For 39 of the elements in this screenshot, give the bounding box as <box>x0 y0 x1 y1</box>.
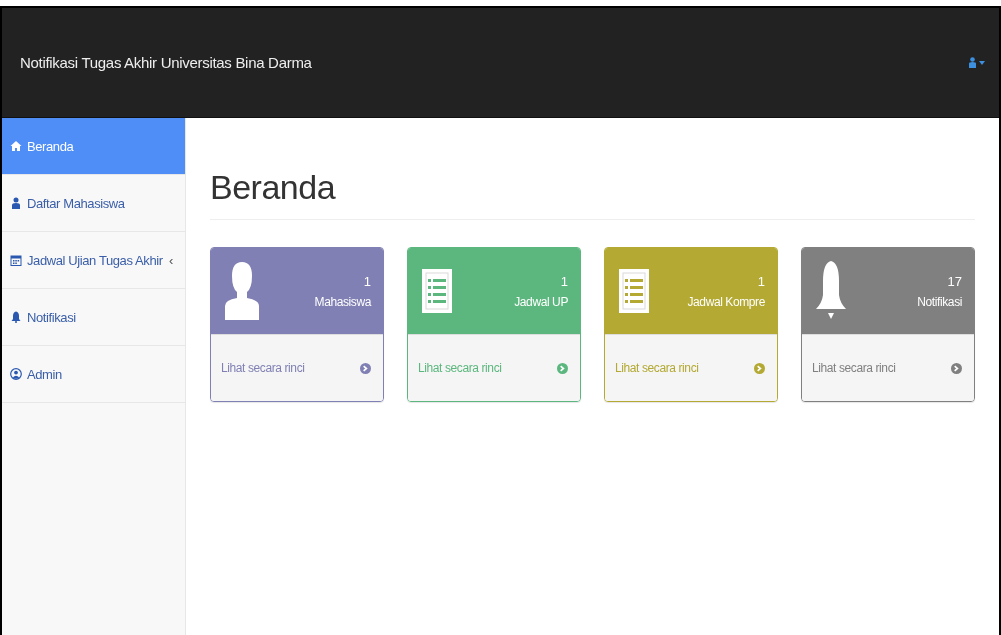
sidebar-item[interactable]: Jadwal Ujian Tugas Akhir ‹ <box>2 232 185 289</box>
sidebar-label: Notifikasi <box>27 309 76 325</box>
panel-count: 1 <box>560 273 568 289</box>
brand-title[interactable]: Notifikasi Tugas Akhir Universitas Bina Darma <box>20 54 312 71</box>
panel-count: 1 <box>363 273 371 289</box>
sidebar-label: Beranda <box>27 138 74 154</box>
sidebar-label: Jadwal Ujian Tugas Akhir <box>27 252 163 268</box>
list-icon <box>619 269 649 313</box>
list-icon <box>422 269 452 313</box>
bell-icon <box>10 311 22 323</box>
panel-label: Jadwal Kompre <box>687 294 765 309</box>
sidebar-item[interactable]: Beranda <box>2 118 185 175</box>
home-icon <box>10 140 22 152</box>
sidebar-label: Daftar Mahasiswa <box>27 195 125 211</box>
panel-label: Mahasiswa <box>314 294 371 309</box>
panel-label: Jadwal UP <box>514 294 568 309</box>
collapse-caret: ‹ <box>169 252 173 268</box>
arrow-circle-icon <box>754 362 765 374</box>
calendar-icon <box>10 254 22 266</box>
arrow-circle-icon <box>951 362 962 374</box>
panel-footer-link[interactable]: Lihat secara rinci <box>802 334 974 401</box>
sidebar-item[interactable]: Daftar Mahasiswa <box>2 175 185 232</box>
panel-footer-link[interactable]: Lihat secara rinci <box>211 334 383 401</box>
user-circle-icon <box>10 368 22 380</box>
user-icon <box>225 262 259 320</box>
arrow-circle-icon <box>360 362 371 374</box>
user-menu[interactable] <box>969 57 985 68</box>
sidebar-label: Admin <box>27 366 62 382</box>
panel-label: Notifikasi <box>917 294 962 309</box>
page-heading: Beranda <box>210 168 975 220</box>
sidebar-item[interactable]: Notifikasi <box>2 289 185 346</box>
sidebar-item[interactable]: Admin <box>2 346 185 403</box>
bell-icon <box>816 261 846 321</box>
caret-icon <box>979 60 985 65</box>
user-icon <box>969 57 976 68</box>
user-icon <box>10 197 22 209</box>
panel-count: 17 <box>947 273 962 289</box>
panel-count: 1 <box>757 273 765 289</box>
arrow-circle-icon <box>557 362 568 374</box>
